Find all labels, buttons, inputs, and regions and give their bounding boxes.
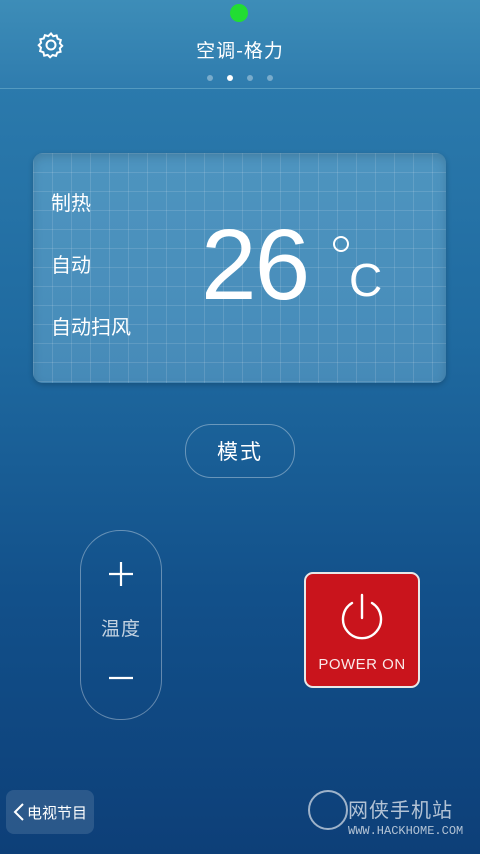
temperature-up-button[interactable] [81, 549, 161, 599]
power-label: POWER ON [318, 656, 406, 673]
page-dot [267, 75, 273, 81]
power-icon [341, 593, 383, 640]
temperature-down-button[interactable] [81, 653, 161, 703]
page-dot [207, 75, 213, 81]
page-dot-active [227, 75, 233, 81]
temperature-unit: C [349, 254, 383, 306]
plus-icon [109, 562, 133, 586]
chevron-left-icon [13, 803, 24, 821]
status-display-panel: 制热 自动 自动扫风 26 C [33, 153, 446, 383]
back-to-tv-button[interactable]: 电视节目 [6, 790, 94, 834]
temperature-control: 温度 [80, 530, 162, 720]
power-button[interactable]: POWER ON [304, 572, 420, 688]
page-indicator [0, 75, 480, 81]
mode-button[interactable]: 模式 [185, 424, 295, 478]
minus-icon [109, 676, 133, 680]
watermark-logo [308, 790, 348, 830]
page-dot [247, 75, 253, 81]
temperature-value: 26 [201, 209, 310, 321]
status-indicator [230, 4, 248, 22]
back-label: 电视节目 [26, 803, 87, 822]
header-bar: 空调-格力 [0, 0, 480, 89]
watermark: 网侠手机站 WWW.HACKHOME.COM [308, 784, 478, 844]
fan-status: 自动 [51, 253, 91, 277]
temperature-label: 温度 [100, 618, 141, 640]
page-title: 空调-格力 [196, 40, 284, 62]
degree-symbol [333, 236, 349, 252]
swing-status: 自动扫风 [51, 315, 131, 339]
watermark-url: WWW.HACKHOME.COM [348, 824, 464, 838]
watermark-text: 网侠手机站 [348, 798, 453, 822]
mode-status: 制热 [51, 191, 91, 215]
